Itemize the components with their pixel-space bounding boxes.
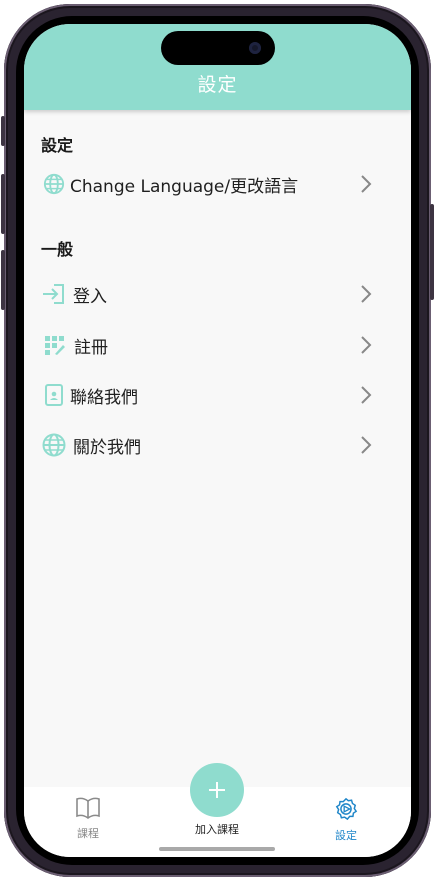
tab-courses-label: 課程 [77, 827, 99, 840]
home-indicator[interactable] [159, 847, 275, 851]
camera-icon [249, 42, 261, 54]
tab-settings-label: 設定 [335, 829, 357, 842]
add-course-button[interactable] [190, 763, 244, 817]
tab-courses[interactable]: 課程 [48, 797, 128, 841]
about-us-row[interactable]: 關於我們 [24, 425, 411, 465]
tab-settings[interactable]: 設定 [306, 797, 386, 843]
chevron-right-icon [361, 175, 372, 193]
volume-down-button [1, 250, 5, 310]
book-icon [76, 797, 100, 819]
section-title-general: 一般 [41, 240, 74, 259]
globe-icon [42, 433, 66, 457]
about-us-label: 關於我們 [73, 437, 141, 458]
globe-icon [42, 172, 66, 196]
login-row[interactable]: 登入 [24, 274, 411, 314]
dynamic-island [161, 31, 275, 65]
chevron-right-icon [361, 336, 372, 354]
contact-us-row[interactable]: 聯絡我們 [24, 375, 411, 415]
change-language-row[interactable]: Change Language/更改語言 [24, 164, 411, 204]
plus-icon [209, 782, 225, 798]
settings-icon [335, 797, 358, 821]
register-icon [42, 333, 66, 357]
chevron-right-icon [361, 436, 372, 454]
login-icon [42, 282, 66, 306]
mute-switch [1, 116, 5, 146]
contact-us-label: 聯絡我們 [70, 387, 138, 408]
register-label: 註冊 [74, 337, 108, 358]
contact-icon [42, 383, 66, 407]
section-title-settings: 設定 [41, 136, 74, 155]
power-button [430, 204, 434, 300]
change-language-label: Change Language/更改語言 [70, 176, 299, 197]
register-row[interactable]: 註冊 [24, 325, 411, 365]
app-screen: 設定 設定 Change Language/更改語言 一般 登入 註冊 聯絡我們… [24, 24, 411, 857]
volume-up-button [1, 174, 5, 234]
login-label: 登入 [73, 286, 107, 307]
chevron-right-icon [361, 386, 372, 404]
add-course-label: 加入課程 [195, 823, 239, 836]
chevron-right-icon [361, 285, 372, 303]
page-title: 設定 [197, 74, 238, 96]
